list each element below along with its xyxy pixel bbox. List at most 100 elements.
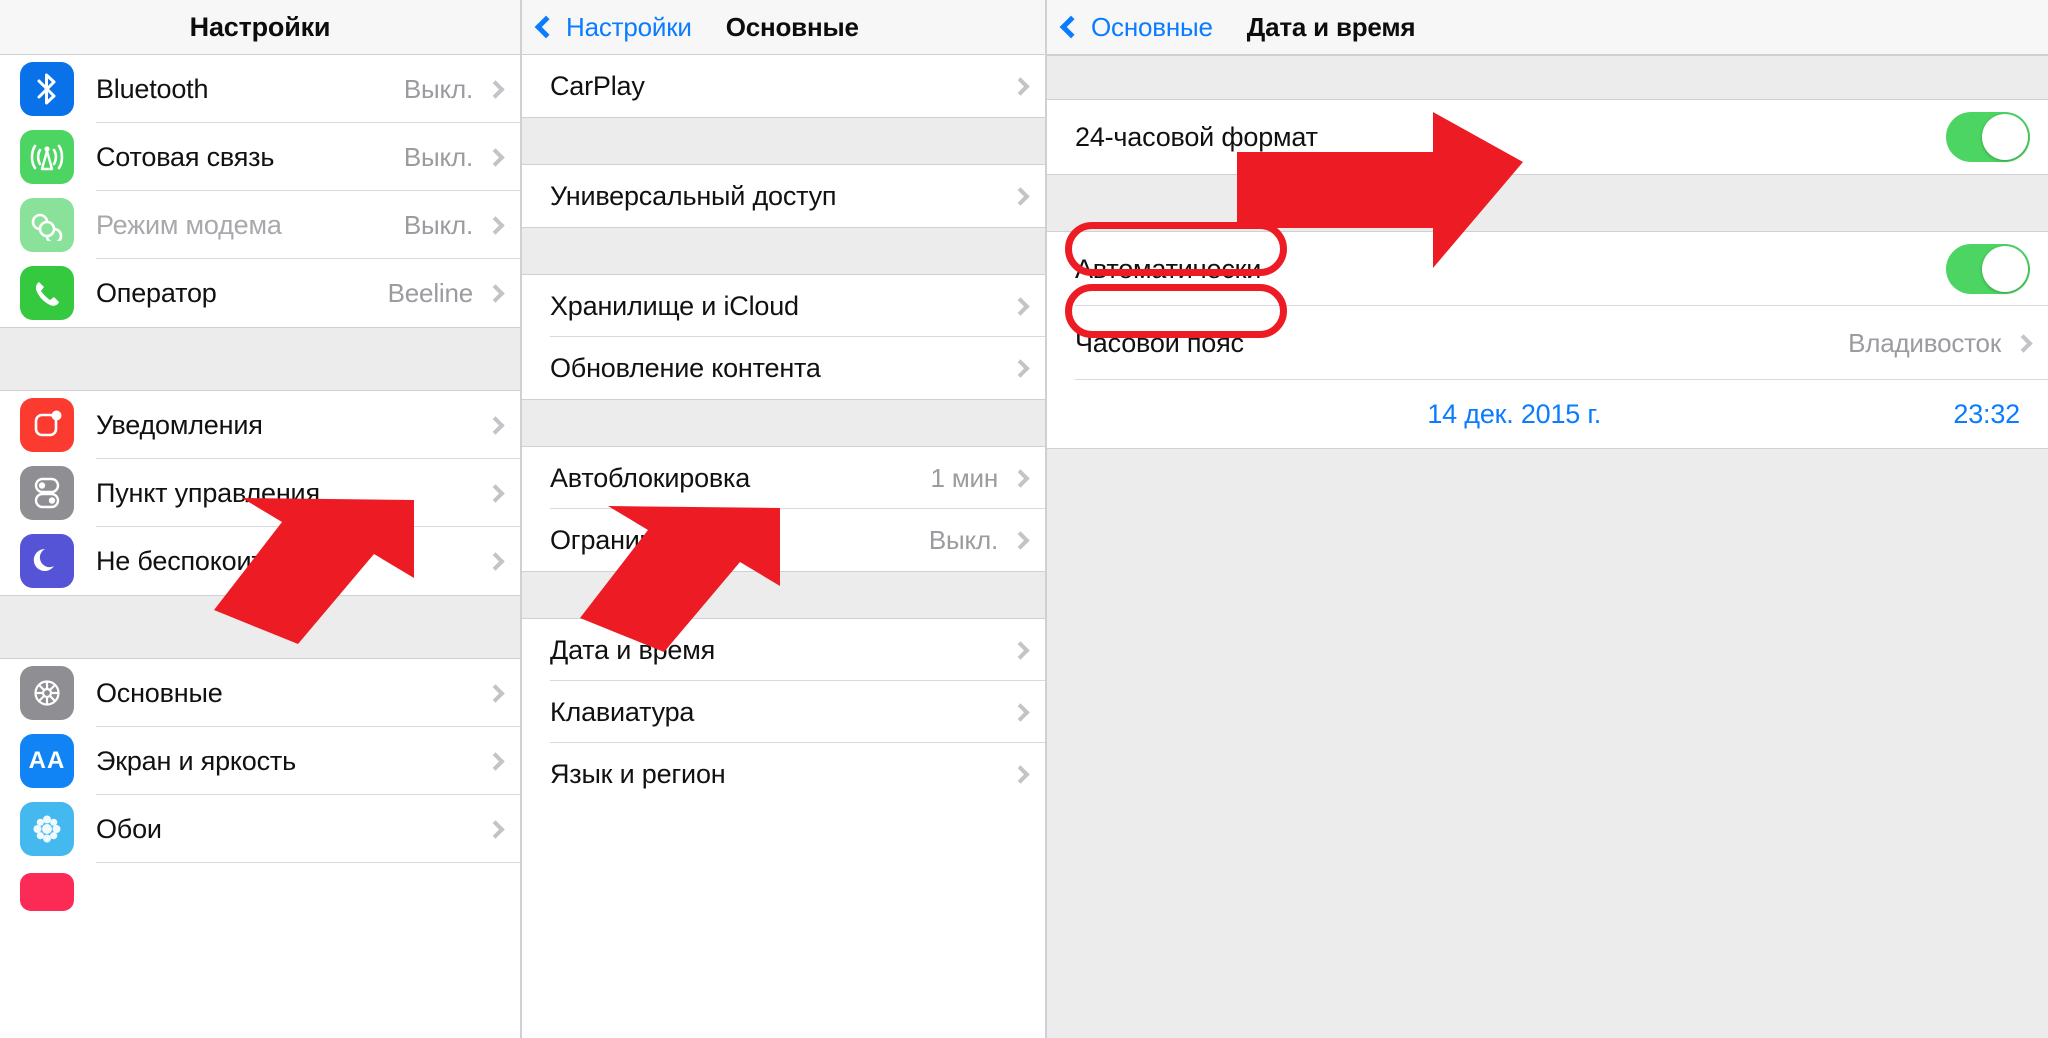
group-separator [0, 327, 520, 391]
time-value[interactable]: 23:32 [1953, 399, 2020, 430]
row-label-set-automatically: Автоматически [1075, 253, 1262, 284]
bluetooth-icon [20, 62, 74, 116]
row-set-automatically[interactable]: Автоматически [1047, 232, 2048, 306]
list-item-restrictions[interactable]: Ограничения Выкл. [522, 509, 1045, 571]
list-item-language-region[interactable]: Язык и регион [522, 743, 1045, 805]
chevron-right-icon [486, 283, 505, 303]
sidebar-item-value: Выкл. [403, 141, 473, 172]
toggle-set-automatically[interactable] [1946, 244, 2030, 294]
group-separator [0, 595, 520, 659]
chevron-right-icon [2014, 333, 2033, 353]
chevron-right-icon [486, 415, 505, 435]
group-separator [1047, 55, 2048, 100]
cellular-icon [20, 130, 74, 184]
panel-date-time: Основные Дата и время 24-часовой формат … [1045, 0, 2048, 1038]
do-not-disturb-icon [20, 534, 74, 588]
sidebar-item-do-not-disturb[interactable]: Не беспокоить [0, 527, 520, 595]
hotspot-icon [20, 198, 74, 252]
list-item-background-refresh[interactable]: Обновление контента [522, 337, 1045, 399]
sidebar-item-sounds[interactable] [0, 863, 520, 911]
display-brightness-icon: AA [20, 734, 74, 788]
chevron-right-icon [486, 751, 505, 771]
sidebar-item-label: Обои [96, 813, 162, 844]
sidebar-item-notifications[interactable]: Уведомления [0, 391, 520, 459]
list-item-label: Язык и регион [550, 758, 726, 789]
sidebar-item-personal-hotspot[interactable]: Режим модема Выкл. [0, 191, 520, 259]
chevron-right-icon [1011, 76, 1030, 96]
date-time-list: 24-часовой формат Автоматически Часовой … [1047, 55, 2048, 1038]
back-button-general[interactable]: Основные [1059, 11, 1213, 43]
phone-icon [20, 266, 74, 320]
list-item-auto-lock[interactable]: Автоблокировка 1 мин [522, 447, 1045, 509]
sidebar-item-label: Не беспокоить [96, 545, 278, 576]
group-separator [522, 399, 1045, 447]
control-center-icon [20, 466, 74, 520]
sidebar-item-label: Bluetooth [96, 73, 209, 104]
sidebar-item-display-brightness[interactable]: AA Экран и яркость [0, 727, 520, 795]
list-item-label: Хранилище и iCloud [550, 290, 799, 321]
sidebar-item-label: Уведомления [96, 409, 263, 440]
back-button-settings[interactable]: Настройки [534, 11, 692, 43]
row-value-time-zone: Владивосток [1848, 327, 2001, 358]
row-24-hour-format[interactable]: 24-часовой формат [1047, 100, 2048, 174]
list-item-keyboard[interactable]: Клавиатура [522, 681, 1045, 743]
sidebar-item-cellular[interactable]: Сотовая связь Выкл. [0, 123, 520, 191]
notifications-icon [20, 398, 74, 452]
list-item-date-and-time[interactable]: Дата и время [522, 619, 1045, 681]
group-separator [522, 117, 1045, 165]
list-item-carplay[interactable]: CarPlay [522, 55, 1045, 117]
sidebar-item-label: Экран и яркость [96, 745, 296, 776]
chevron-right-icon [486, 683, 505, 703]
chevron-right-icon [486, 551, 505, 571]
chevron-right-icon [486, 79, 505, 99]
page-title-general: Основные [725, 11, 859, 42]
group-separator [522, 227, 1045, 275]
wallpaper-icon [20, 802, 74, 856]
chevron-right-icon [1011, 186, 1030, 206]
panel-settings: Настройки Bluetooth Выкл. Сотовая связь … [0, 0, 520, 1038]
list-item-value: Выкл. [928, 524, 998, 555]
row-date-time-value[interactable]: 14 дек. 2015 г. 23:32 [1047, 380, 2048, 448]
chevron-right-icon [486, 147, 505, 167]
ios-settings-screenshot: Настройки Bluetooth Выкл. Сотовая связь … [0, 0, 2048, 1038]
row-label-24-hour-format: 24-часовой формат [1075, 121, 1318, 152]
back-button-label: Настройки [566, 11, 692, 42]
sidebar-item-label: Режим модема [96, 209, 282, 240]
sidebar-item-label: Основные [96, 677, 223, 708]
chevron-right-icon [486, 215, 505, 235]
group-separator [1047, 448, 2048, 1038]
navbar-general: Настройки Основные [522, 0, 1045, 55]
toggle-24-hour-format[interactable] [1946, 112, 2030, 162]
chevron-right-icon [1011, 764, 1030, 784]
row-time-zone[interactable]: Часовой пояс Владивосток [1047, 306, 2048, 380]
chevron-left-icon [1059, 15, 1083, 39]
chevron-right-icon [1011, 530, 1030, 550]
sidebar-item-wallpaper[interactable]: Обои [0, 795, 520, 863]
page-title-settings: Настройки [189, 11, 331, 42]
toggle-knob [1982, 246, 2028, 292]
gear-icon [20, 666, 74, 720]
sidebar-item-label: Пункт управления [96, 477, 320, 508]
sidebar-item-general[interactable]: Основные [0, 659, 520, 727]
chevron-right-icon [486, 483, 505, 503]
chevron-left-icon [534, 15, 558, 39]
panel-general: Настройки Основные CarPlay Универсальный… [520, 0, 1045, 1038]
navbar-date-time: Основные Дата и время [1047, 0, 2048, 55]
back-button-label: Основные [1091, 11, 1213, 42]
list-item-label: CarPlay [550, 70, 645, 101]
list-item-accessibility[interactable]: Универсальный доступ [522, 165, 1045, 227]
row-label-time-zone: Часовой пояс [1075, 327, 1244, 358]
sidebar-item-control-center[interactable]: Пункт управления [0, 459, 520, 527]
group-separator [522, 571, 1045, 619]
chevron-right-icon [1011, 468, 1030, 488]
sidebar-item-carrier[interactable]: Оператор Beeline [0, 259, 520, 327]
sidebar-item-label: Оператор [96, 277, 217, 308]
list-item-storage-icloud[interactable]: Хранилище и iCloud [522, 275, 1045, 337]
list-item-label: Ограничения [550, 524, 713, 555]
chevron-right-icon [486, 819, 505, 839]
settings-list: Bluetooth Выкл. Сотовая связь Выкл. Режи… [0, 55, 520, 911]
sidebar-item-label: Сотовая связь [96, 141, 275, 172]
date-value[interactable]: 14 дек. 2015 г. [1075, 399, 1953, 430]
sidebar-item-bluetooth[interactable]: Bluetooth Выкл. [0, 55, 520, 123]
toggle-knob [1982, 114, 2028, 160]
